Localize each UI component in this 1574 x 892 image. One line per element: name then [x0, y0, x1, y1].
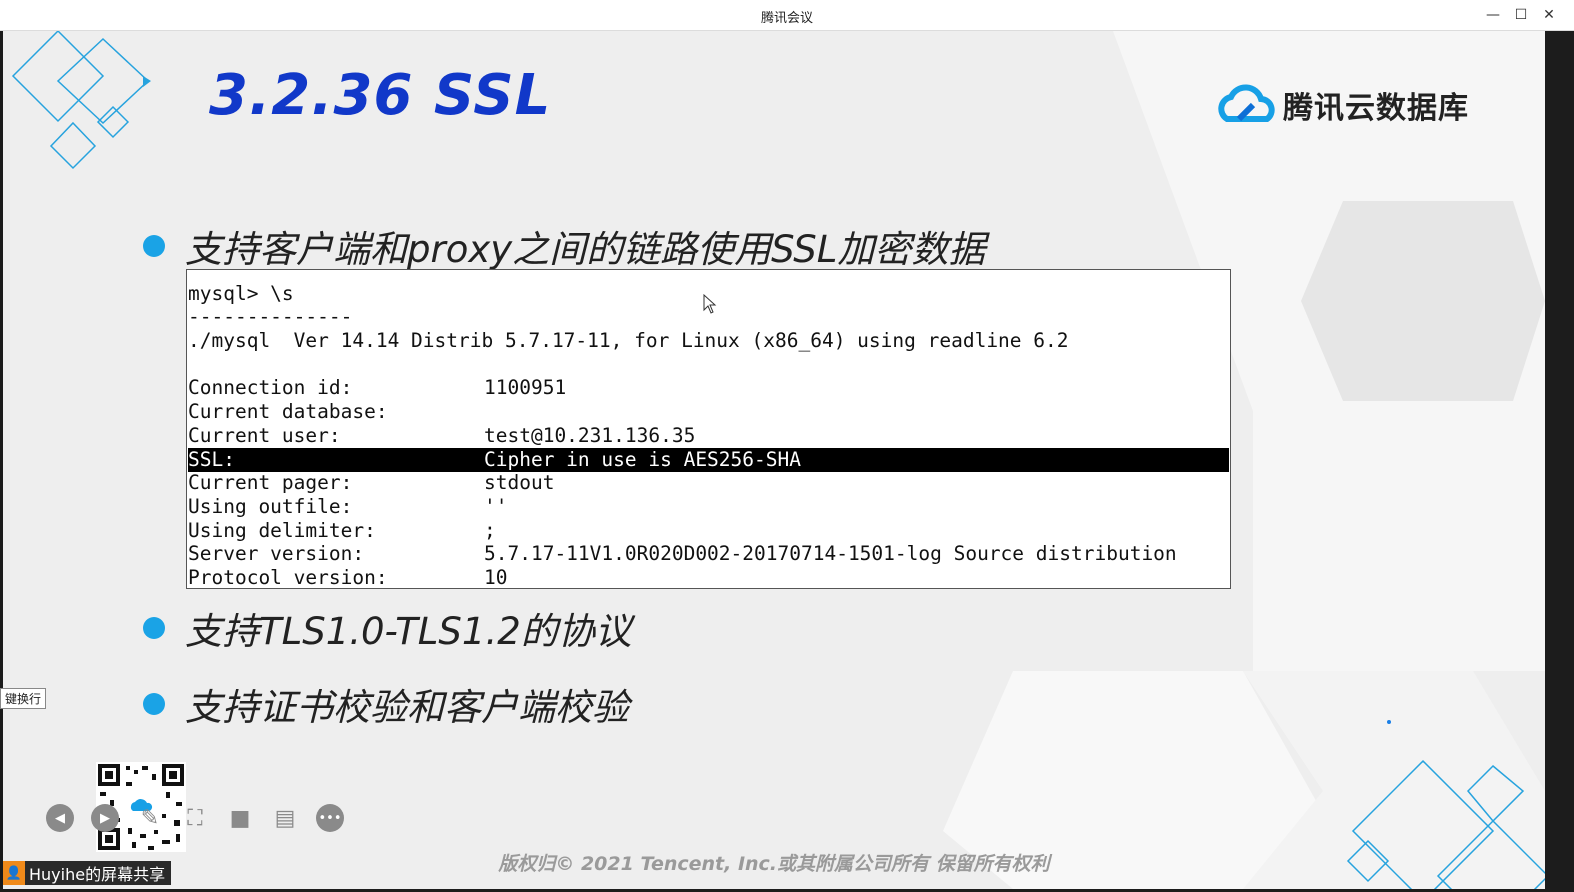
terminal-line: Connection id: 1100951	[188, 376, 567, 399]
minimize-button[interactable]: —	[1482, 4, 1504, 26]
window-title: 腾讯会议	[760, 11, 813, 26]
bullet-item: 支持客户端和proxy之间的链路使用SSL加密数据	[143, 219, 985, 273]
shared-slide: 3.2.36 SSL 腾讯云数据库 支持客户端和proxy之间的链路使用SSL加…	[3, 31, 1545, 889]
user-icon: 👤	[3, 861, 25, 885]
close-button[interactable]: ✕	[1538, 4, 1560, 26]
terminal-line-highlighted: SSL: Cipher in use is AES256-SHA	[188, 448, 1229, 472]
diamond-decoration-top-left	[11, 31, 150, 170]
logo-text: 腾讯云数据库	[1283, 91, 1469, 126]
terminal-line: Current database:	[188, 400, 388, 423]
share-label: Huyihe的屏幕共享	[29, 865, 166, 884]
terminal-line: Current user: test@10.231.136.35	[188, 424, 696, 447]
mouse-cursor-icon	[703, 294, 717, 314]
slide-title: 3.2.36 SSL	[209, 63, 552, 128]
terminal-line: Current pager: stdout	[188, 471, 555, 494]
terminal-line: ./mysql Ver 14.14 Distrib 5.7.17-11, for…	[188, 329, 1069, 352]
meeting-controls: ◀ ▶ ✎ ⛶ ■ ▤ •••	[46, 804, 361, 832]
more-icon[interactable]: •••	[316, 804, 344, 832]
bullet-text: 支持证书校验和客户端校验	[185, 686, 629, 729]
laser-pointer-dot	[1387, 720, 1391, 724]
pen-icon[interactable]: ✎	[136, 804, 164, 832]
bullet-text: 支持客户端和proxy之间的链路使用SSL加密数据	[185, 228, 986, 271]
tencent-cloud-logo: 腾讯云数据库	[1217, 83, 1469, 127]
bullet-item: 支持TLS1.0-TLS1.2的协议	[143, 601, 632, 655]
chat-icon[interactable]: ▤	[271, 804, 299, 832]
screenshot-icon[interactable]: ⛶	[181, 804, 209, 832]
bullet-item: 支持证书校验和客户端校验	[143, 677, 629, 731]
prev-icon[interactable]: ◀	[46, 804, 74, 832]
bullet-text: 支持TLS1.0-TLS1.2的协议	[185, 610, 632, 653]
cloud-icon	[1218, 84, 1275, 122]
terminal-screenshot: mysql> \s -------------- ./mysql Ver 14.…	[186, 269, 1231, 589]
screen-share-badge[interactable]: 👤 Huyihe的屏幕共享	[3, 861, 172, 885]
copyright-footer: 版权归© 2021 Tencent, Inc.或其附属公司所有 保留所有权利	[498, 853, 1050, 875]
bullet-dot	[143, 693, 165, 715]
terminal-line: Server version: 5.7.17-11V1.0R020D002-201…	[188, 542, 1177, 565]
maximize-button[interactable]: ☐	[1510, 4, 1532, 26]
input-hint-tooltip: 键换行	[0, 688, 47, 709]
right-border	[1545, 31, 1574, 892]
terminal-line: Using delimiter:;	[188, 519, 496, 542]
camera-icon[interactable]: ■	[226, 804, 254, 832]
window-titlebar: 腾讯会议 — ☐ ✕	[0, 0, 1574, 31]
terminal-line: Protocol version: 10	[188, 566, 508, 589]
terminal-line: Using outfile: ''	[188, 495, 508, 518]
bullet-dot	[143, 617, 165, 639]
next-icon[interactable]: ▶	[91, 804, 119, 832]
bullet-dot	[143, 235, 165, 257]
